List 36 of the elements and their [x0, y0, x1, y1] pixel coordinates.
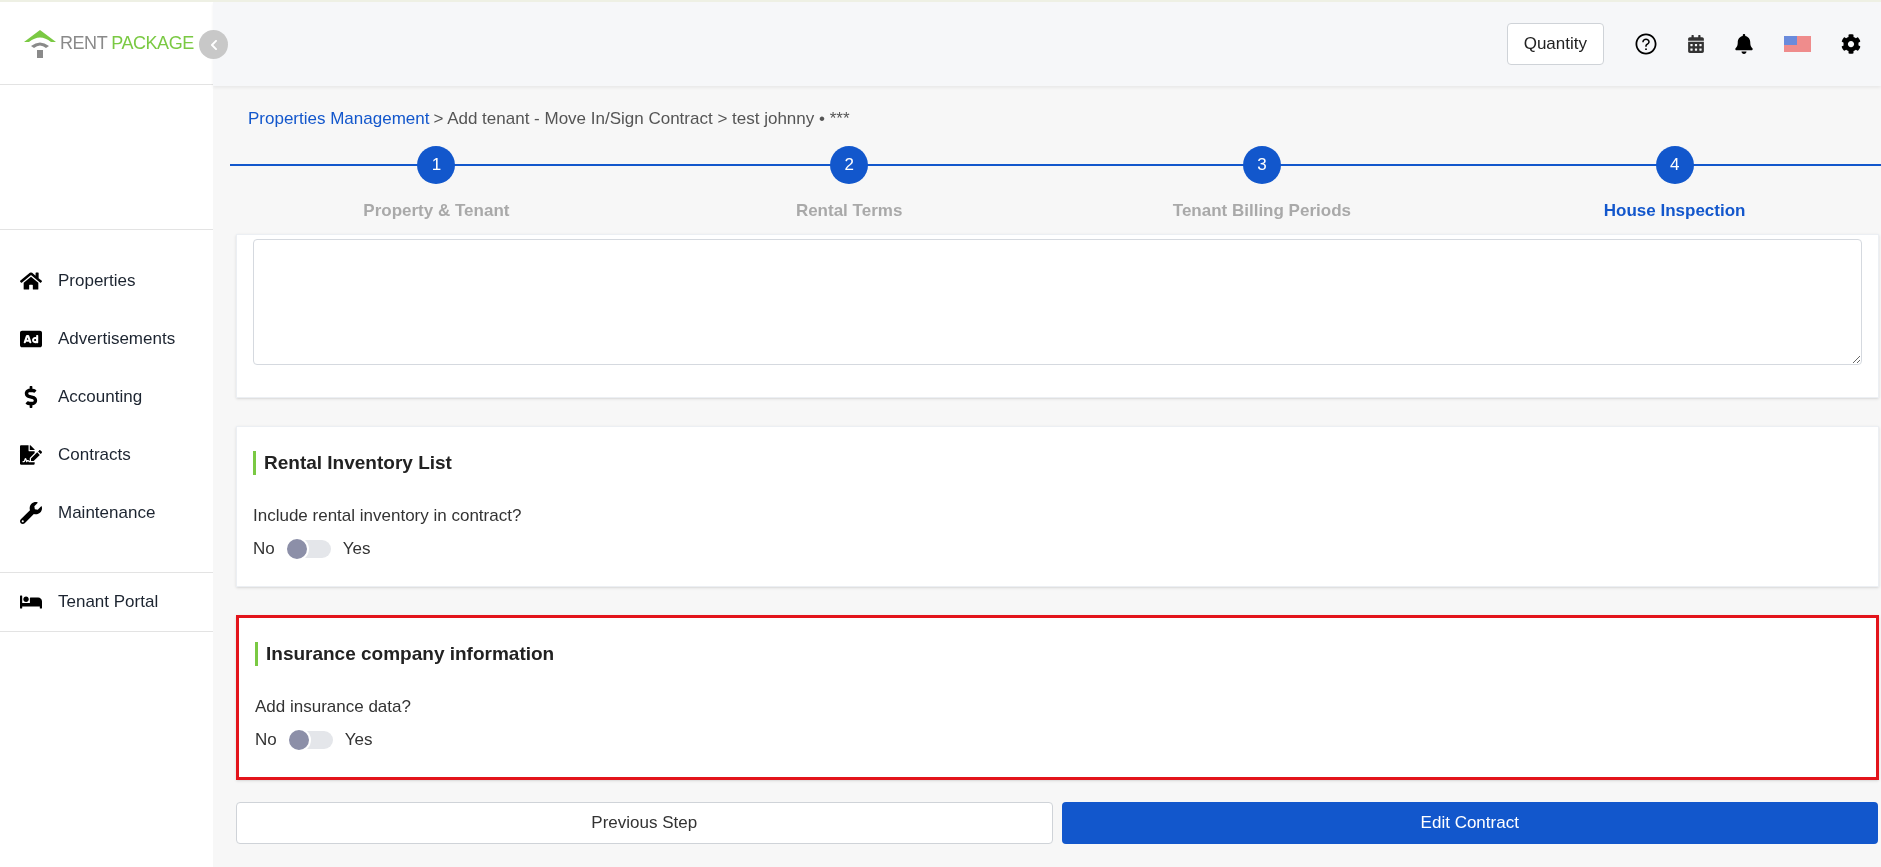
step-number[interactable]: 3 — [1242, 145, 1281, 184]
step-number[interactable]: 4 — [1655, 145, 1694, 184]
ad-icon — [20, 328, 42, 350]
previous-step-button[interactable]: Previous Step — [236, 801, 1053, 844]
help-icon[interactable] — [1634, 32, 1658, 56]
toggle-switch[interactable] — [286, 539, 331, 558]
toggle-switch[interactable] — [288, 730, 333, 749]
question-label: Include rental inventory in contract? — [253, 504, 523, 527]
sidebar-item[interactable]: Accounting — [0, 368, 213, 426]
no-label: No — [255, 729, 277, 751]
sidebar-item[interactable]: Properties — [0, 252, 213, 310]
bell-icon[interactable] — [1734, 34, 1754, 54]
breadcrumb-link[interactable]: Properties Management — [248, 109, 430, 128]
brand-wordmark: RENT PACKAGE — [60, 31, 194, 55]
sidebar-item[interactable]: Advertisements — [0, 310, 213, 368]
quantity-button[interactable]: Quantity — [1506, 23, 1604, 65]
settings-icon[interactable] — [1841, 34, 1861, 54]
question-label: Add insurance data? — [255, 695, 412, 718]
wrench-icon — [20, 502, 42, 524]
section-title: Rental Inventory List — [253, 450, 1862, 475]
house-icon — [20, 270, 42, 292]
sidebar-item[interactable]: Maintenance — [0, 484, 213, 542]
step-number[interactable]: 1 — [417, 145, 456, 184]
logo-icon — [22, 28, 58, 58]
step-number[interactable]: 2 — [830, 145, 869, 184]
sidebar-item[interactable]: Tenant Portal — [0, 573, 213, 631]
yes-label: Yes — [344, 729, 373, 751]
step-label[interactable]: House Inspection — [1603, 197, 1746, 223]
breadcrumb-path: > Add tenant - Move In/Sign Contract > test johnny • *** — [433, 109, 850, 128]
yes-label: Yes — [342, 538, 371, 560]
calendar-icon[interactable] — [1688, 35, 1704, 53]
section-title: Insurance company information — [255, 641, 1860, 666]
no-label: No — [253, 538, 275, 560]
edit-contract-button[interactable]: Edit Contract — [1061, 801, 1878, 844]
sidebar-item[interactable]: Contracts — [0, 426, 213, 484]
document-signature-icon — [20, 444, 42, 466]
